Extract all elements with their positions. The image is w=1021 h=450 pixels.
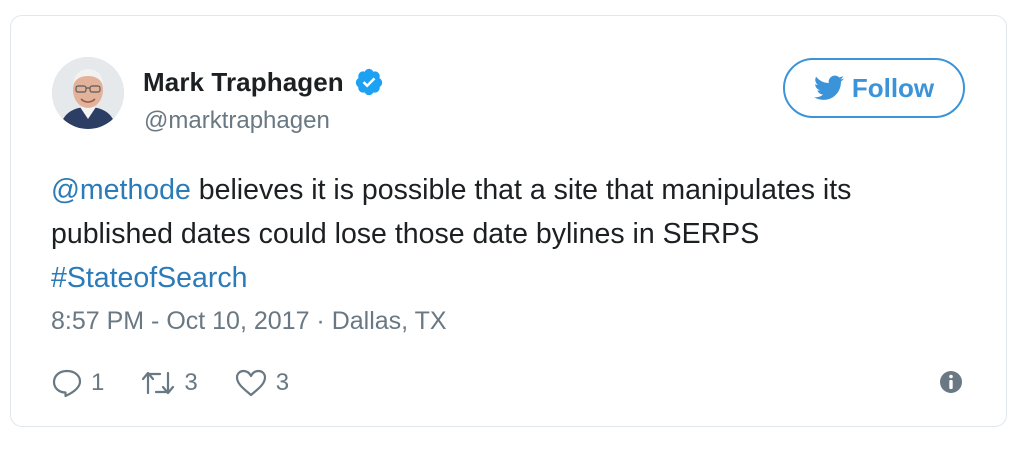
like-button[interactable]: 3 [234, 368, 289, 398]
avatar-portrait [52, 57, 124, 129]
tweet-text: @methode believes it is possible that a … [51, 168, 971, 300]
info-icon[interactable] [938, 369, 964, 395]
location[interactable]: Dallas, TX [332, 307, 447, 335]
like-count: 3 [275, 369, 290, 396]
twitter-bird-icon [813, 75, 844, 100]
reply-count: 1 [91, 369, 105, 396]
retweet-count: 3 [184, 369, 198, 396]
verified-badge-icon [354, 67, 384, 97]
retweet-icon [142, 371, 175, 395]
embedded-tweet-card: Mark Traphagen @marktraphagen Follow @me… [10, 15, 1007, 427]
follow-label: Follow [851, 72, 935, 103]
retweet-button[interactable]: 3 [140, 368, 198, 398]
follow-button[interactable]: Follow [783, 58, 965, 118]
avatar[interactable] [52, 57, 124, 129]
tweet-actions: 1 3 3 [51, 366, 325, 400]
author-handle[interactable]: @marktraphagen [144, 107, 330, 135]
heart-icon [235, 369, 266, 397]
reply-icon [52, 369, 82, 398]
mention-link[interactable]: @methode [51, 174, 191, 206]
timestamp-link[interactable]: 8:57 PM - Oct 10, 2017 [51, 307, 309, 335]
tweet-meta: 8:57 PM - Oct 10, 2017 · Dallas, TX [51, 307, 447, 336]
reply-button[interactable]: 1 [51, 368, 104, 398]
meta-separator: · [309, 307, 332, 335]
hashtag-link[interactable]: #StateofSearch [51, 262, 247, 294]
author-name[interactable]: Mark Traphagen [143, 67, 344, 98]
author-name-row[interactable]: Mark Traphagen [143, 66, 384, 98]
